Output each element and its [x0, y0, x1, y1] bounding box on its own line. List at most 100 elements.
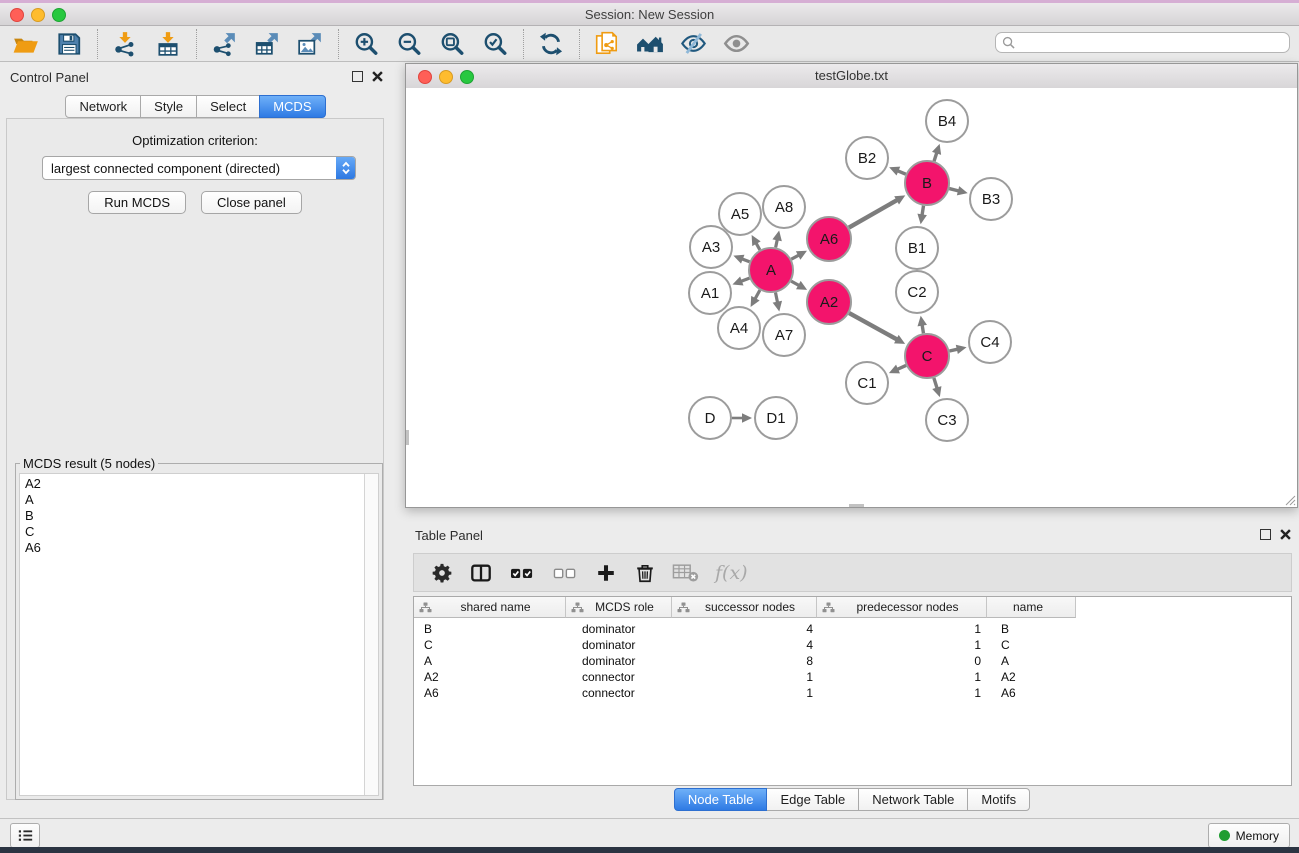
table-cell[interactable]: A2 [414, 670, 566, 684]
table-cell[interactable]: 1 [817, 622, 987, 636]
tab-motifs[interactable]: Motifs [967, 788, 1030, 811]
tab-select[interactable]: Select [196, 95, 260, 118]
float-panel-icon[interactable] [1260, 529, 1271, 540]
table-cell[interactable]: 1 [817, 638, 987, 652]
graph-node-label: C [922, 348, 933, 365]
gear-icon [431, 562, 453, 584]
table-cell[interactable]: C [987, 638, 1076, 652]
table-cell[interactable]: 0 [817, 654, 987, 668]
graph-node-label: D1 [766, 410, 785, 427]
column-header-name[interactable]: name [987, 597, 1076, 618]
show-panels-button[interactable] [10, 823, 40, 848]
columns-icon [470, 562, 492, 584]
graph-node-label: B1 [908, 240, 926, 257]
table-cell[interactable]: B [987, 622, 1076, 636]
export-network-button[interactable] [208, 28, 240, 60]
refresh-layout-button[interactable] [535, 28, 567, 60]
table-cell[interactable]: dominator [566, 638, 672, 652]
network-graph: AA1A2A3A4A5A6A7A8BB1B2B3B4CC1C2C3C4DD1 [406, 88, 1297, 507]
create-column-button[interactable] [592, 559, 620, 587]
table-cell[interactable]: 1 [672, 670, 817, 684]
mcds-result-item[interactable]: B [20, 508, 364, 524]
run-mcds-button[interactable]: Run MCDS [88, 191, 186, 214]
table-cell[interactable]: A6 [987, 686, 1076, 700]
resize-grip-icon[interactable] [1283, 493, 1296, 506]
table-row[interactable]: Adominator80A [414, 653, 1291, 669]
table-cell[interactable]: dominator [566, 654, 672, 668]
home-button[interactable] [634, 28, 666, 60]
tab-network[interactable]: Network [65, 95, 141, 118]
zoom-in-button[interactable] [350, 28, 382, 60]
mcds-result-item[interactable]: A2 [20, 476, 364, 492]
control-panel: Control Panel NetworkStyleSelectMCDS Opt… [0, 62, 391, 808]
table-cell[interactable]: 4 [672, 622, 817, 636]
search-field[interactable] [995, 32, 1290, 53]
graph-node-label: A4 [730, 320, 748, 337]
tab-style[interactable]: Style [140, 95, 197, 118]
table-cell[interactable]: connector [566, 686, 672, 700]
canvas-bottom-grip[interactable] [849, 504, 864, 507]
hide-selected-button[interactable] [677, 28, 709, 60]
window-title: Session: New Session [0, 7, 1299, 22]
table-cell[interactable]: 4 [672, 638, 817, 652]
table-cell[interactable]: 1 [817, 686, 987, 700]
column-header-successor-nodes[interactable]: successor nodes [672, 597, 817, 618]
delete-column-button[interactable] [631, 559, 659, 587]
column-header-shared-name[interactable]: shared name [414, 597, 566, 618]
table-row[interactable]: Cdominator41C [414, 637, 1291, 653]
zoom-selected-button[interactable] [479, 28, 511, 60]
optimization-criterion-select[interactable]: largest connected component (directed) [42, 156, 356, 180]
table-cell[interactable]: 8 [672, 654, 817, 668]
show-column-button[interactable] [467, 559, 495, 587]
save-session-button[interactable] [53, 28, 85, 60]
toolbar-separator [97, 29, 98, 59]
table-cell[interactable]: A6 [414, 686, 566, 700]
table-cell[interactable]: 1 [672, 686, 817, 700]
search-input[interactable] [1019, 34, 1289, 52]
column-header-predecessor-nodes[interactable]: predecessor nodes [817, 597, 987, 618]
mcds-result-item[interactable]: A [20, 492, 364, 508]
export-table-button[interactable] [251, 28, 283, 60]
table-cell[interactable]: dominator [566, 622, 672, 636]
table-cell[interactable]: connector [566, 670, 672, 684]
graph-edge-arrowhead [932, 386, 941, 397]
close-panel-button[interactable]: Close panel [201, 191, 302, 214]
memory-button[interactable]: Memory [1208, 823, 1290, 848]
table-row[interactable]: Bdominator41B [414, 621, 1291, 637]
mcds-result-item[interactable]: A6 [20, 540, 364, 556]
table-cell[interactable]: C [414, 638, 566, 652]
zoom-out-button[interactable] [393, 28, 425, 60]
new-network-from-selection-button[interactable] [591, 28, 623, 60]
table-cell[interactable]: B [414, 622, 566, 636]
import-network-button[interactable] [109, 28, 141, 60]
zoom-fit-button[interactable] [436, 28, 468, 60]
scrollbar-track[interactable] [364, 474, 378, 795]
float-panel-icon[interactable] [352, 71, 363, 82]
table-cell[interactable]: A [414, 654, 566, 668]
table-cell[interactable]: A [987, 654, 1076, 668]
export-image-button[interactable] [294, 28, 326, 60]
show-all-button[interactable] [720, 28, 752, 60]
canvas-left-grip[interactable] [406, 430, 409, 445]
table-row[interactable]: A6connector11A6 [414, 685, 1291, 701]
close-panel-icon[interactable] [372, 71, 383, 82]
open-session-button[interactable] [10, 28, 42, 60]
tab-mcds[interactable]: MCDS [259, 95, 325, 118]
import-table-button[interactable] [152, 28, 184, 60]
deselect-all-button[interactable] [549, 559, 581, 587]
tab-network-table[interactable]: Network Table [858, 788, 968, 811]
graph-edge-arrowhead [742, 413, 752, 423]
column-header-mcds-role[interactable]: MCDS role [566, 597, 672, 618]
tab-edge-table[interactable]: Edge Table [766, 788, 859, 811]
select-all-button[interactable] [506, 559, 538, 587]
tab-node-table[interactable]: Node Table [674, 788, 768, 811]
table-cell[interactable]: 1 [817, 670, 987, 684]
import-table-icon [155, 31, 181, 57]
close-panel-icon[interactable] [1280, 529, 1291, 540]
mcds-result-item[interactable]: C [20, 524, 364, 540]
graph-node-label: A6 [820, 231, 838, 248]
table-cell[interactable]: A2 [987, 670, 1076, 684]
table-row[interactable]: A2connector11A2 [414, 669, 1291, 685]
table-options-button[interactable] [428, 559, 456, 587]
network-canvas[interactable]: AA1A2A3A4A5A6A7A8BB1B2B3B4CC1C2C3C4DD1 [406, 88, 1297, 507]
